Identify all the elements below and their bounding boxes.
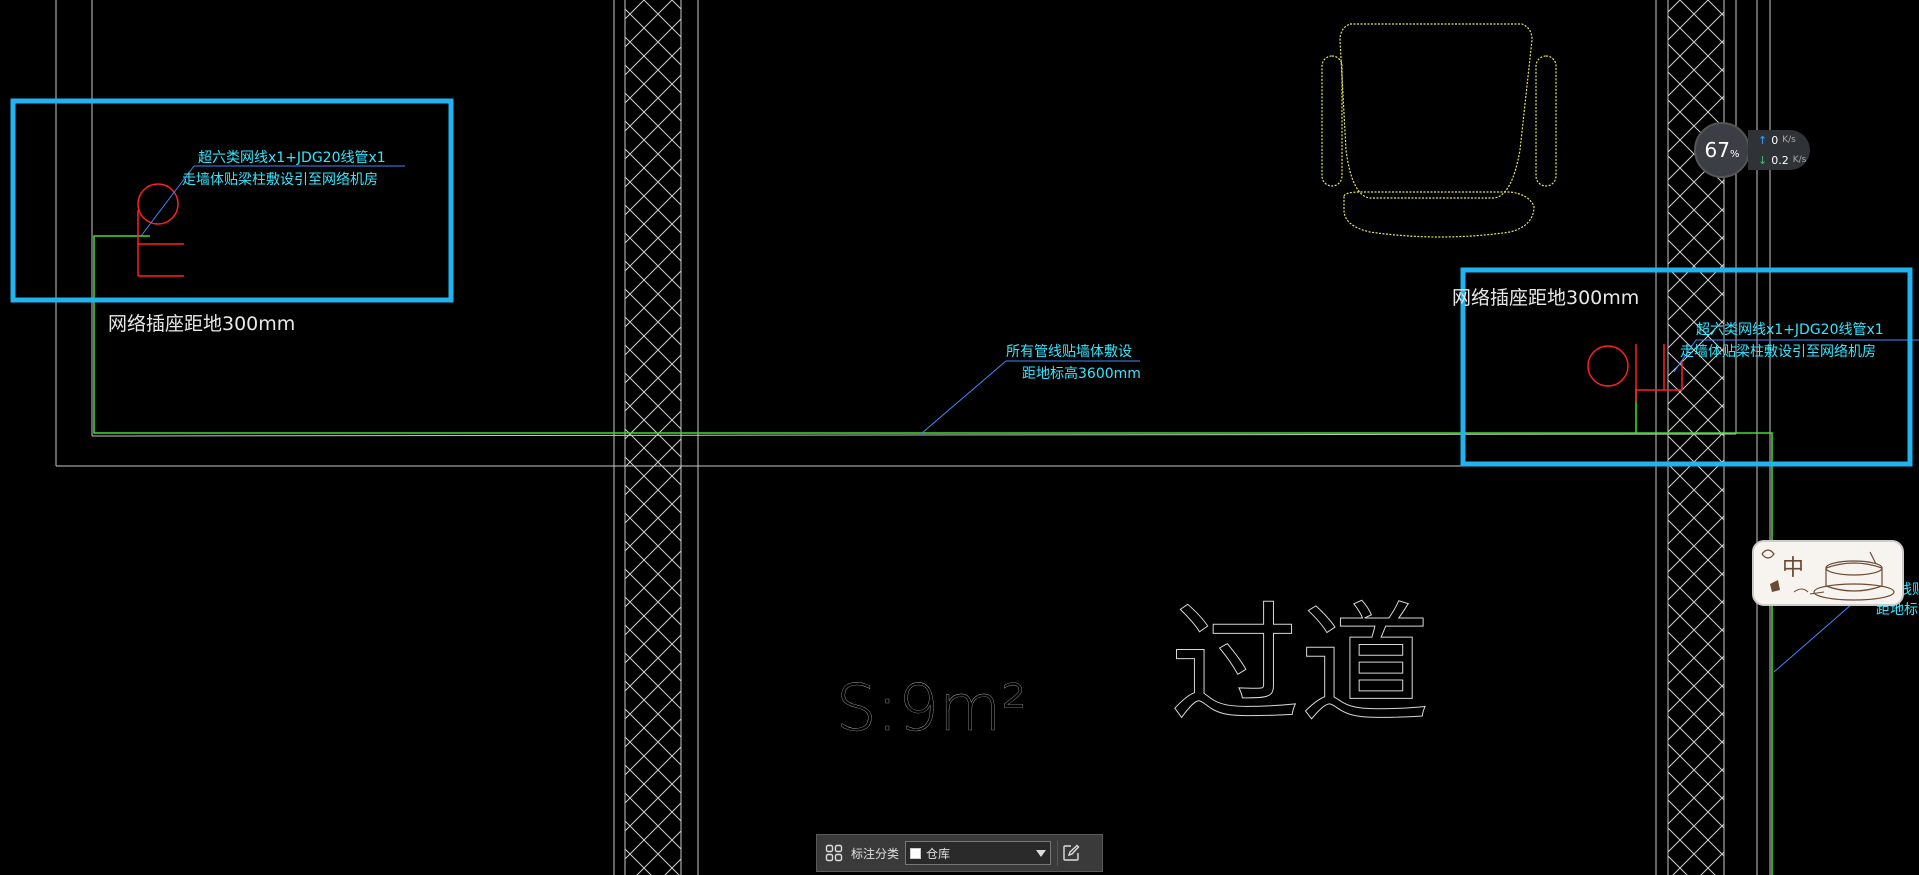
room-area-label: S:9m²: [836, 672, 1027, 746]
leader-lines: [140, 165, 1919, 673]
cad-drawing-canvas[interactable]: 超六类网线x1+JDG20线管x1 走墙体贴梁柱敷设引至网络机房 网络插座距地3…: [0, 0, 1919, 875]
upload-unit: K/s: [1782, 135, 1796, 145]
dropdown-arrow-icon[interactable]: [1036, 849, 1047, 857]
usage-percent-unit: %: [1729, 149, 1740, 160]
download-unit: K/s: [1792, 155, 1807, 165]
cable-route-line: [93, 235, 1773, 875]
upload-arrow-icon: ↑: [1758, 133, 1768, 147]
usage-percent: 67: [1704, 138, 1730, 162]
outlet-height-text-right: 网络插座距地300mm: [1452, 287, 1639, 309]
speed-rates-panel: ↑ 0 K/s ↓ 0.2 K/s: [1748, 130, 1810, 170]
pipeline-note-text: 所有管线贴墙体敷设: [1006, 344, 1132, 360]
highlight-box-left: [10, 98, 454, 303]
room-name-label: 过道: [1170, 589, 1430, 741]
category-select-value: 仓库: [926, 846, 951, 861]
cable-spec-text-right: 超六类网线x1+JDG20线管x1: [1696, 322, 1884, 338]
annotation-category-toolbar: 标注分类 仓库: [816, 834, 1103, 872]
cable-spec-text-left: 超六类网线x1+JDG20线管x1: [198, 150, 386, 166]
network-speed-widget[interactable]: 67% ↑ 0 K/s ↓ 0.2 K/s: [1694, 122, 1814, 178]
cable-route-text-right: 走墙体贴梁柱敷设引至网络机房: [1680, 344, 1876, 360]
pipeline-height-text: 距地标高3600mm: [1022, 365, 1141, 382]
outlet-height-text-left: 网络插座距地300mm: [108, 313, 295, 335]
decorative-sticker-widget[interactable]: 中: [1752, 540, 1904, 606]
annotation-category-select[interactable]: 仓库: [905, 841, 1052, 865]
chair-furniture: [1321, 23, 1557, 238]
hatched-column-left: [625, 0, 681, 875]
download-arrow-icon: ↓: [1758, 153, 1768, 167]
grid-icon[interactable]: [823, 842, 845, 864]
network-outlet-symbol-left: [137, 183, 184, 277]
cable-route-text-left: 走墙体贴梁柱敷设引至网络机房: [182, 172, 378, 188]
edit-icon[interactable]: [1057, 840, 1084, 866]
category-color-swatch: [910, 847, 922, 859]
download-value: 0.2: [1771, 153, 1789, 167]
upload-value: 0: [1771, 133, 1779, 147]
cake-illustration-icon: [1761, 549, 1895, 601]
annotation-category-label: 标注分类: [851, 846, 900, 861]
usage-ring: 67%: [1694, 122, 1750, 178]
